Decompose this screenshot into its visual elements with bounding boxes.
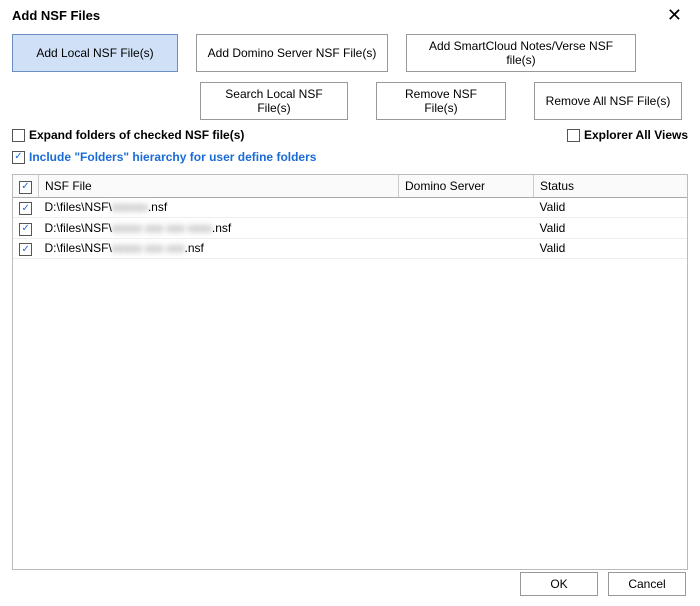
add-local-nsf-button[interactable]: Add Local NSF File(s) (12, 34, 178, 72)
cell-server (399, 218, 534, 239)
row-checkbox[interactable]: ✓ (19, 243, 32, 256)
row-checkbox[interactable]: ✓ (19, 202, 32, 215)
close-icon[interactable]: ✕ (661, 6, 688, 24)
dialog-title: Add NSF Files (12, 8, 100, 23)
table-row[interactable]: ✓ D:\files\NSF\xxxxxx.nsf Valid (13, 197, 687, 218)
search-local-nsf-button[interactable]: Search Local NSF File(s) (200, 82, 348, 120)
cell-status: Valid (534, 238, 688, 259)
column-header-status[interactable]: Status (534, 175, 688, 197)
expand-folders-checkbox[interactable] (12, 129, 25, 142)
add-domino-server-nsf-button[interactable]: Add Domino Server NSF File(s) (196, 34, 388, 72)
include-folders-checkbox[interactable]: ✓ (12, 151, 25, 164)
cell-status: Valid (534, 218, 688, 239)
remove-nsf-button[interactable]: Remove NSF File(s) (376, 82, 506, 120)
cell-server (399, 238, 534, 259)
cell-file: D:\files\NSF\xxxxx xxx xxx xxxx.nsf (39, 218, 399, 239)
table-row[interactable]: ✓ D:\files\NSF\xxxxx xxx xxx.nsf Valid (13, 238, 687, 259)
ok-button[interactable]: OK (520, 572, 598, 596)
table-header-checkbox[interactable]: ✓ (19, 181, 32, 194)
table-row[interactable]: ✓ D:\files\NSF\xxxxx xxx xxx xxxx.nsf Vali… (13, 218, 687, 239)
column-header-file[interactable]: NSF File (39, 175, 399, 197)
cell-status: Valid (534, 197, 688, 218)
cell-file: D:\files\NSF\xxxxxx.nsf (39, 197, 399, 218)
cell-file: D:\files\NSF\xxxxx xxx xxx.nsf (39, 238, 399, 259)
explorer-all-views-checkbox[interactable] (567, 129, 580, 142)
nsf-file-table: ✓ NSF File Domino Server Status ✓ D:\file… (13, 175, 687, 259)
explorer-all-views-label: Explorer All Views (584, 128, 688, 142)
nsf-file-table-container: ✓ NSF File Domino Server Status ✓ D:\file… (12, 174, 688, 570)
include-folders-label: Include "Folders" hierarchy for user def… (29, 150, 316, 164)
cancel-button[interactable]: Cancel (608, 572, 686, 596)
cell-server (399, 197, 534, 218)
row-checkbox[interactable]: ✓ (19, 223, 32, 236)
remove-all-nsf-button[interactable]: Remove All NSF File(s) (534, 82, 682, 120)
column-header-server[interactable]: Domino Server (399, 175, 534, 197)
expand-folders-label: Expand folders of checked NSF file(s) (29, 128, 244, 142)
add-smartcloud-nsf-button[interactable]: Add SmartCloud Notes/Verse NSF file(s) (406, 34, 636, 72)
